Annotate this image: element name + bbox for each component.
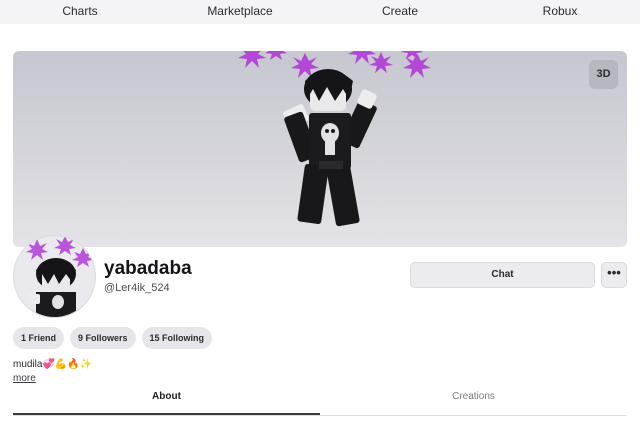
username: @Ler4ik_524 bbox=[104, 282, 170, 294]
more-options-button[interactable]: ••• bbox=[601, 262, 627, 288]
more-options-icon: ••• bbox=[607, 265, 621, 280]
tab-about[interactable]: About bbox=[13, 386, 320, 415]
avatar-headshot bbox=[26, 236, 94, 317]
profile-tabs: About Creations bbox=[13, 386, 627, 416]
nav-marketplace[interactable]: Marketplace bbox=[160, 0, 320, 24]
nav-charts[interactable]: Charts bbox=[0, 0, 160, 24]
nav-robux[interactable]: Robux bbox=[480, 0, 640, 24]
avatar-3d-figure bbox=[238, 51, 431, 227]
view-3d-button[interactable]: 3D bbox=[589, 60, 618, 89]
followers-count-button[interactable]: 9 Followers bbox=[70, 327, 136, 349]
chat-button[interactable]: Chat bbox=[410, 262, 595, 288]
avatar-banner: 3D bbox=[13, 51, 627, 247]
bio-more-link[interactable]: more bbox=[13, 373, 36, 384]
following-count-button[interactable]: 15 Following bbox=[141, 327, 213, 349]
avatar bbox=[13, 235, 96, 318]
nav-create[interactable]: Create bbox=[320, 0, 480, 24]
top-nav: Charts Marketplace Create Robux bbox=[0, 0, 640, 24]
social-stats: 1 Friend 9 Followers 15 Following bbox=[13, 327, 213, 349]
friends-count-button[interactable]: 1 Friend bbox=[13, 327, 65, 349]
profile-bio: mudila💞💪🔥✨ bbox=[13, 359, 93, 370]
display-name: yabadaba bbox=[104, 258, 192, 279]
tab-creations[interactable]: Creations bbox=[320, 386, 627, 415]
